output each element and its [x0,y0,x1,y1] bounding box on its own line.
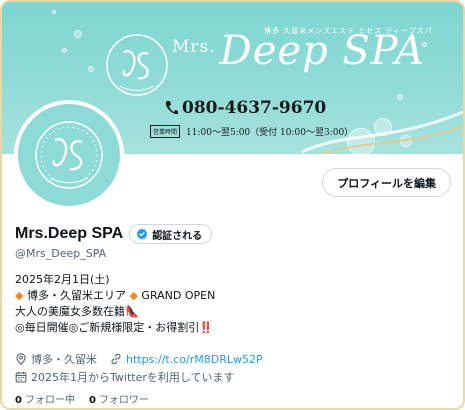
diamond-icon: ◆ [129,289,138,302]
bubble-decoration [62,48,67,53]
business-hours: 営業時間 11:00〜翌5:00（受付 10:00〜翌3:00） [150,125,353,138]
phone-number: 080-4637-9670 [164,98,326,118]
bio-line: 大人の美魔女多数在籍👠 [15,304,215,320]
high-heel-icon: 👠 [125,305,139,318]
link-icon [111,353,121,365]
website-link[interactable]: https://t.co/rM8DRLw52P [126,353,263,366]
bio-open-text: GRAND OPEN [137,289,216,302]
profile-meta: 博多・久留米 https://t.co/rM8DRLw52P 2025年1月から… [15,350,271,386]
phone-text: 080-4637-9670 [182,98,327,118]
follow-stats: 0 フォロー中 0 フォロワー [15,391,149,406]
brand-name: Mrs. Deep SPA [172,28,425,74]
location-text: 博多・久留米 [31,353,97,366]
display-name: Mrs.Deep SPA [15,225,124,242]
phone-icon [165,101,178,115]
join-date-text: 2025年1月からTwitterを利用しています [31,371,235,384]
brand-logo-icon [106,34,168,96]
bubble-decoration [397,94,403,100]
verified-badge-icon [137,228,148,240]
hours-badge: 営業時間 [150,125,181,138]
bubble-decoration [52,10,56,14]
brand-title: Deep SPA [219,28,425,74]
followers-label: フォロワー [98,395,149,406]
avatar-logo-icon [35,121,103,189]
verify-label: 認証される [152,230,203,242]
double-exclamation-icon: ‼️ [199,321,213,334]
brand-prefix: Mrs. [172,37,216,57]
name-row: Mrs.Deep SPA 認証される [15,224,213,244]
profile-card: 博多 久留米メンズエステ ミセス ディープスパ Mrs. Deep SPA 080… [0,0,465,410]
bubble-decoration [88,66,94,72]
calendar-icon [15,371,27,383]
following-label: フォロー中 [24,395,75,406]
profile-bio: 2025年2月1日(土) ◆ 博多・久留米エリア ◆ GRAND OPEN 大人… [15,272,215,336]
bubble-decoration [74,30,82,38]
website[interactable]: https://t.co/rM8DRLw52P [110,353,263,366]
bio-line: ◎毎日開催◎ご新規様限定・お得割引‼️ [15,320,215,336]
bio-area-text: 博多・久留米エリア [23,289,130,302]
avatar[interactable] [14,100,124,210]
bio-line: ◆ 博多・久留米エリア ◆ GRAND OPEN [15,288,215,304]
bio-discount-text: ◎毎日開催◎ご新規様限定・お得割引 [15,321,200,334]
bio-line: 2025年2月1日(土) [15,273,110,286]
bio-staff-text: 大人の美魔女多数在籍 [15,305,125,318]
join-date: 2025年1月からTwitterを利用しています [15,369,235,385]
followers-count: 0 [88,395,96,406]
user-handle: @Mrs_Deep_SPA [15,247,107,260]
following-link[interactable]: 0 フォロー中 [15,391,75,406]
edit-profile-button[interactable]: プロフィールを編集 [322,168,451,197]
following-count: 0 [15,395,22,406]
followers-link[interactable]: 0 フォロワー [89,391,149,406]
hours-text: 11:00〜翌5:00（受付 10:00〜翌3:00） [186,128,354,138]
location-pin-icon [16,353,26,365]
location: 博多・久留米 [15,351,97,367]
get-verified-button[interactable]: 認証される [129,224,213,244]
